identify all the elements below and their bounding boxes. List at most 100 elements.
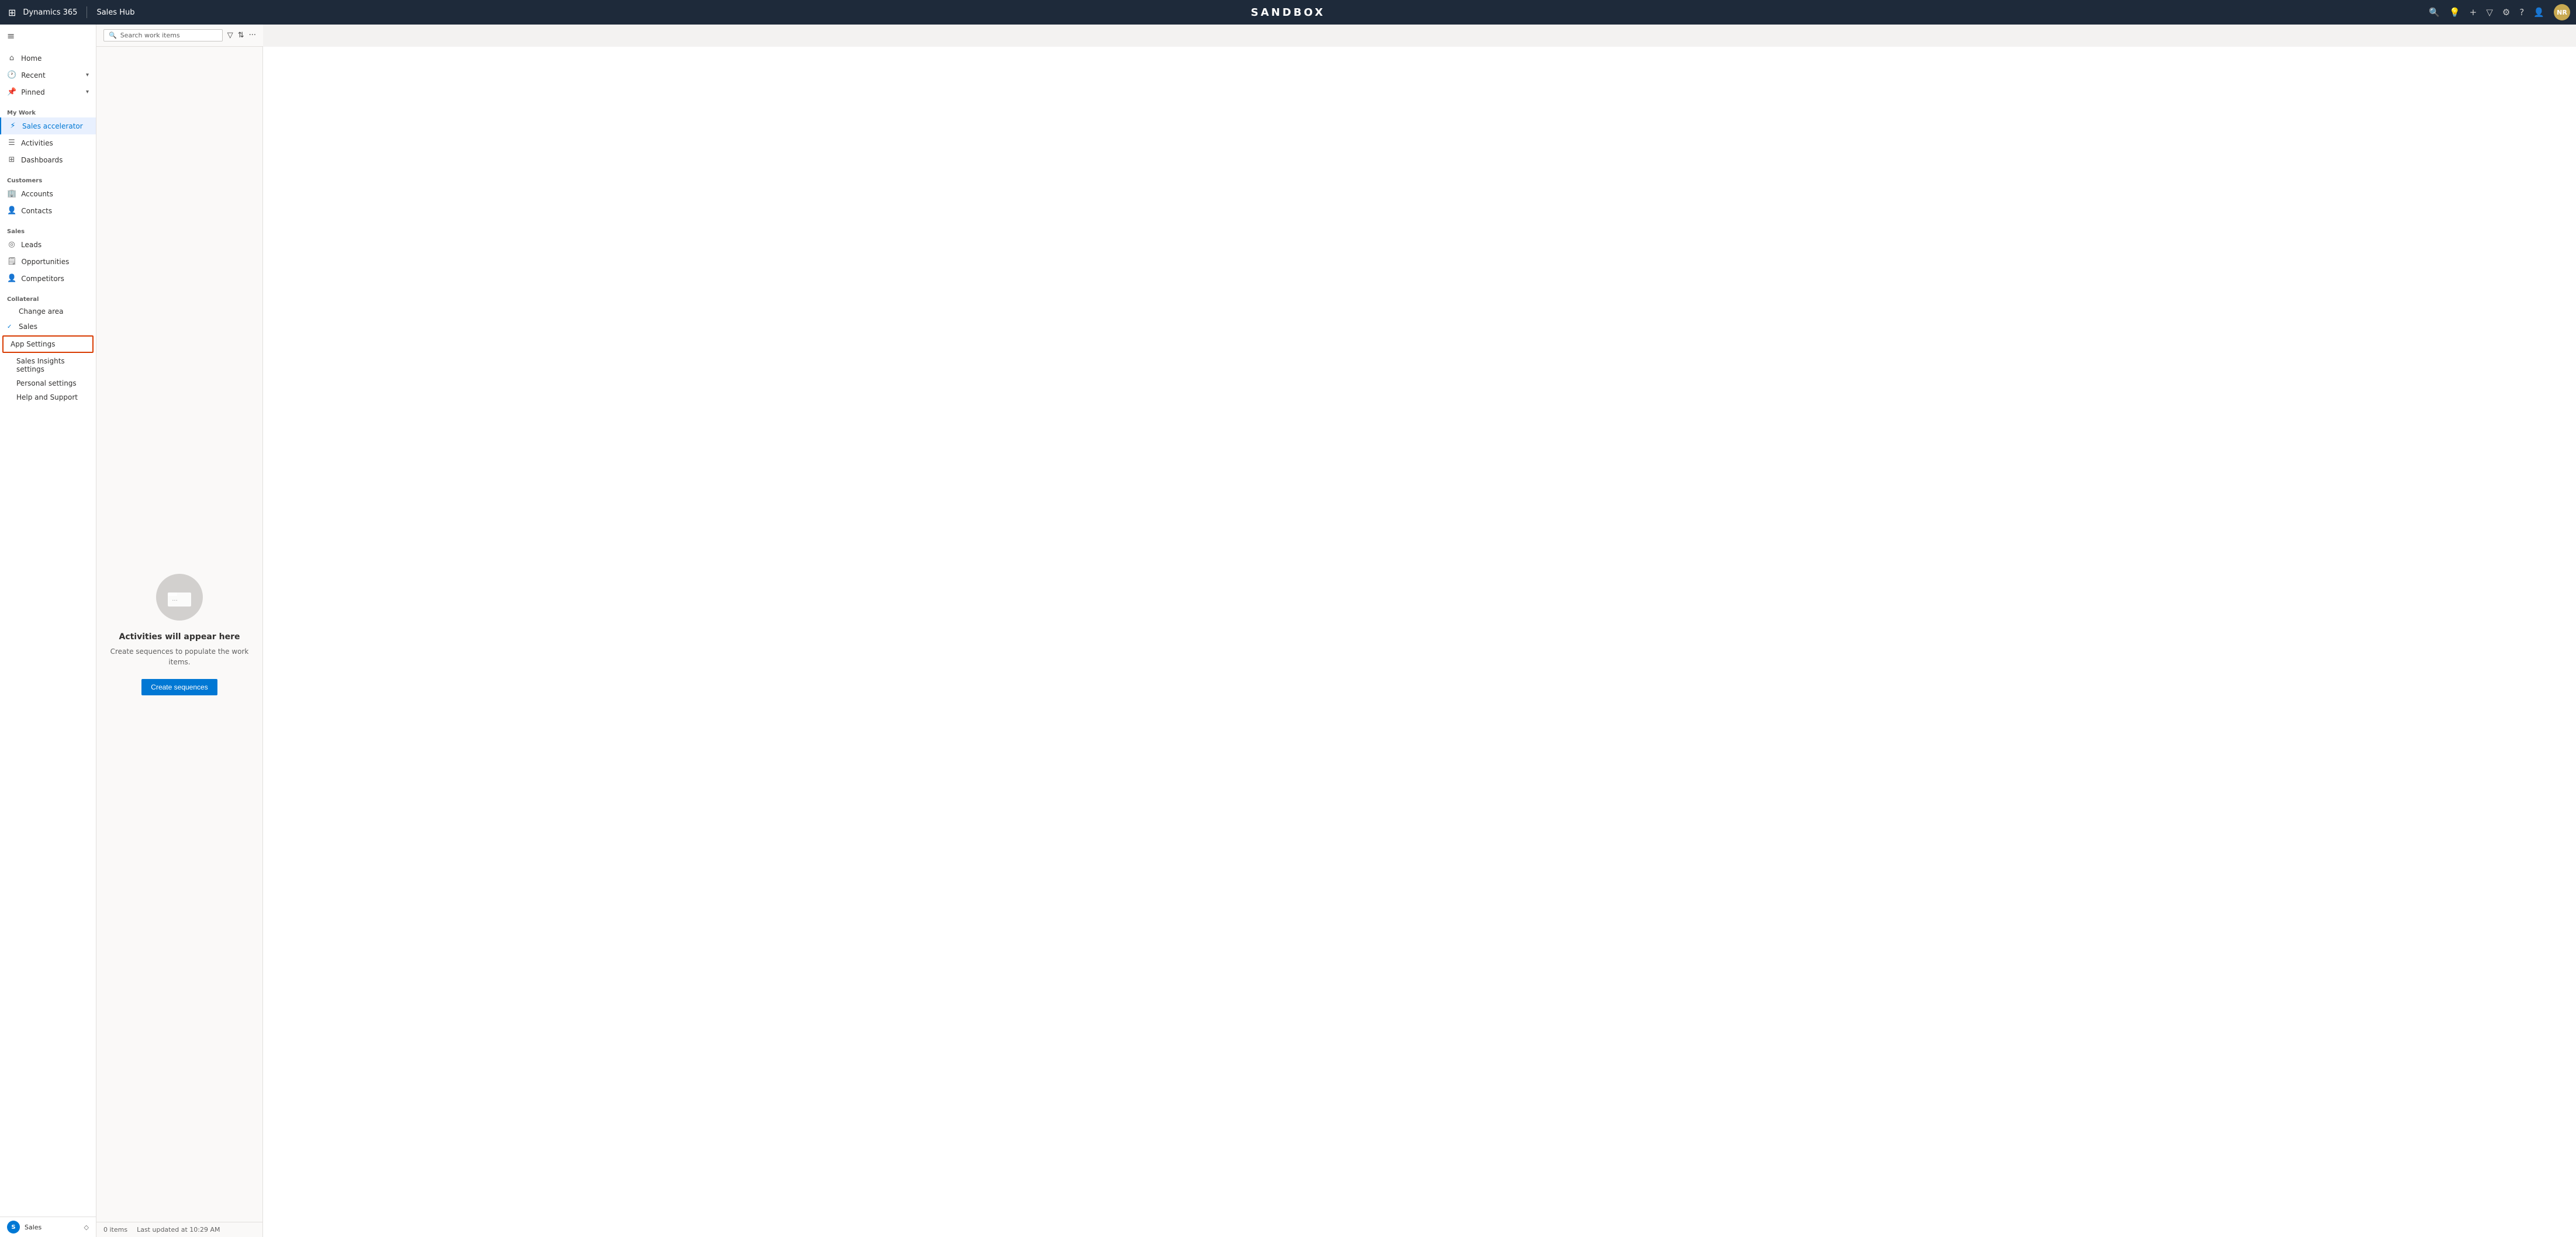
sidebar-item-leads[interactable]: ◎ Leads: [0, 236, 96, 253]
top-nav-right: 🔍 💡 + ▽ ⚙ ? 👤 NR: [2429, 4, 2570, 20]
sub-items-list: Sales Insights settings Personal setting…: [0, 354, 96, 404]
search-placeholder: Search work items: [120, 32, 180, 39]
dashboards-label: Dashboards: [21, 156, 63, 164]
bottom-avatar: S: [7, 1221, 20, 1233]
content-panel: 🔍 Search work items ▽ ⇅ ···: [96, 25, 2576, 1237]
nav-section-top: ⌂ Home 🕐 Recent ▾ 📌 Pinned ▾: [0, 47, 96, 103]
sandbox-label: SANDBOX: [1251, 6, 1325, 19]
sales-accelerator-label: Sales accelerator: [22, 122, 83, 130]
customers-section: Customers 🏢 Accounts 👤 Contacts: [0, 171, 96, 221]
check-icon: ✓: [7, 324, 14, 330]
user-icon[interactable]: 👤: [2533, 7, 2544, 18]
my-work-heading: My Work: [0, 105, 96, 117]
sort-icon[interactable]: ⇅: [238, 31, 244, 40]
sales-heading: Sales: [0, 224, 96, 236]
leads-label: Leads: [21, 241, 42, 249]
settings-icon[interactable]: ⚙: [2502, 7, 2510, 18]
change-area-item[interactable]: Change area: [0, 304, 96, 319]
activities-label: Activities: [21, 139, 53, 147]
sub-item-sales-insights-settings[interactable]: Sales Insights settings: [0, 354, 96, 376]
waffle-icon[interactable]: ⊞: [6, 5, 18, 20]
sidebar-item-activities[interactable]: ☰ Activities: [0, 134, 96, 151]
empty-state: ··· Activities will appear here Create s…: [96, 47, 262, 1222]
right-panel: [263, 47, 2576, 1237]
pinned-chevron: ▾: [86, 89, 89, 95]
empty-state-description: Create sequences to populate the work it…: [108, 646, 251, 667]
sidebar-item-accounts[interactable]: 🏢 Accounts: [0, 185, 96, 202]
activities-icon: ☰: [7, 138, 16, 147]
left-panel-footer: 0 items Last updated at 10:29 AM: [96, 1222, 262, 1237]
pinned-icon: 📌: [7, 88, 16, 96]
items-count: 0 items: [103, 1226, 127, 1233]
filter-icon[interactable]: ▽: [227, 31, 233, 40]
opportunities-label: Opportunities: [22, 258, 70, 266]
collateral-section: Collateral Change area ✓ Sales App Setti…: [0, 289, 96, 407]
left-panel: ··· Activities will appear here Create s…: [96, 47, 263, 1237]
opportunities-icon: 🗒: [7, 257, 17, 266]
top-nav-left: ⊞ Dynamics 365 Sales Hub: [6, 5, 134, 20]
dynamics365-label[interactable]: Dynamics 365: [23, 8, 77, 17]
recent-label: Recent: [21, 71, 45, 79]
help-icon[interactable]: ?: [2519, 7, 2524, 18]
personal-settings-label: Personal settings: [16, 379, 77, 387]
sidebar: ≡ ⌂ Home 🕐 Recent ▾ 📌 Pinned ▾ My Work ⚡: [0, 25, 96, 1237]
sales-accelerator-icon: ⚡: [8, 122, 18, 130]
plus-icon[interactable]: +: [2470, 7, 2477, 18]
search-icon: 🔍: [109, 32, 117, 39]
sidebar-item-recent[interactable]: 🕐 Recent ▾: [0, 67, 96, 84]
sub-item-personal-settings[interactable]: Personal settings: [0, 376, 96, 390]
empty-state-title: Activities will appear here: [119, 632, 240, 642]
app-settings-item[interactable]: App Settings: [2, 335, 94, 353]
sidebar-item-home[interactable]: ⌂ Home: [0, 50, 96, 67]
competitors-label: Competitors: [21, 275, 64, 283]
sidebar-item-contacts[interactable]: 👤 Contacts: [0, 202, 96, 219]
app-name: Sales Hub: [96, 8, 134, 17]
create-sequences-button[interactable]: Create sequences: [141, 679, 217, 695]
search-icon[interactable]: 🔍: [2429, 7, 2440, 18]
change-area-label: Change area: [19, 307, 64, 316]
accounts-icon: 🏢: [7, 189, 16, 198]
contacts-label: Contacts: [21, 207, 52, 215]
leads-icon: ◎: [7, 240, 16, 249]
top-nav: ⊞ Dynamics 365 Sales Hub SANDBOX 🔍 💡 + ▽…: [0, 0, 2576, 25]
accounts-label: Accounts: [21, 190, 53, 198]
sales-check-label: Sales: [19, 323, 37, 331]
filter-icon[interactable]: ▽: [2486, 7, 2493, 18]
sales-section: Sales ◎ Leads 🗒 Opportunities 👤 Competit…: [0, 221, 96, 289]
main-content: ··· Activities will appear here Create s…: [96, 47, 2576, 1237]
contacts-icon: 👤: [7, 206, 16, 215]
sidebar-item-pinned[interactable]: 📌 Pinned ▾: [0, 84, 96, 101]
my-work-section: My Work ⚡ Sales accelerator ☰ Activities…: [0, 103, 96, 171]
home-icon: ⌂: [7, 54, 16, 63]
main-layout: ≡ ⌂ Home 🕐 Recent ▾ 📌 Pinned ▾ My Work ⚡: [0, 25, 2576, 1237]
more-icon[interactable]: ···: [249, 31, 256, 40]
sidebar-toggle[interactable]: ≡: [0, 25, 96, 47]
pinned-label: Pinned: [21, 88, 45, 96]
bottom-icon[interactable]: ◇: [84, 1224, 89, 1231]
sales-insights-label: Sales Insights settings: [16, 357, 65, 373]
sub-item-help-and-support[interactable]: Help and Support: [0, 390, 96, 404]
help-support-label: Help and Support: [16, 393, 78, 401]
last-updated: Last updated at 10:29 AM: [137, 1226, 220, 1233]
home-label: Home: [21, 54, 42, 63]
lightbulb-icon[interactable]: 💡: [2449, 7, 2460, 18]
customers-heading: Customers: [0, 173, 96, 185]
dashboards-icon: ⊞: [7, 155, 16, 164]
sidebar-item-competitors[interactable]: 👤 Competitors: [0, 270, 96, 287]
sidebar-item-sales-accelerator[interactable]: ⚡ Sales accelerator: [0, 117, 96, 134]
recent-chevron: ▾: [86, 72, 89, 78]
sidebar-item-dashboards[interactable]: ⊞ Dashboards: [0, 151, 96, 168]
recent-icon: 🕐: [7, 71, 16, 79]
work-items-header: 🔍 Search work items ▽ ⇅ ···: [96, 25, 263, 47]
app-settings-label: App Settings: [11, 340, 55, 348]
sidebar-item-opportunities[interactable]: 🗒 Opportunities: [0, 253, 96, 270]
folder-icon-circle: ···: [156, 574, 203, 621]
collateral-heading: Collateral: [0, 292, 96, 304]
search-box[interactable]: 🔍 Search work items: [103, 29, 223, 41]
user-avatar[interactable]: NR: [2554, 4, 2570, 20]
competitors-icon: 👤: [7, 274, 16, 283]
sales-check-item[interactable]: ✓ Sales: [0, 319, 96, 334]
sidebar-bottom: S Sales ◇: [0, 1217, 96, 1237]
svg-text:···: ···: [172, 598, 178, 604]
bottom-text: Sales: [25, 1224, 42, 1231]
